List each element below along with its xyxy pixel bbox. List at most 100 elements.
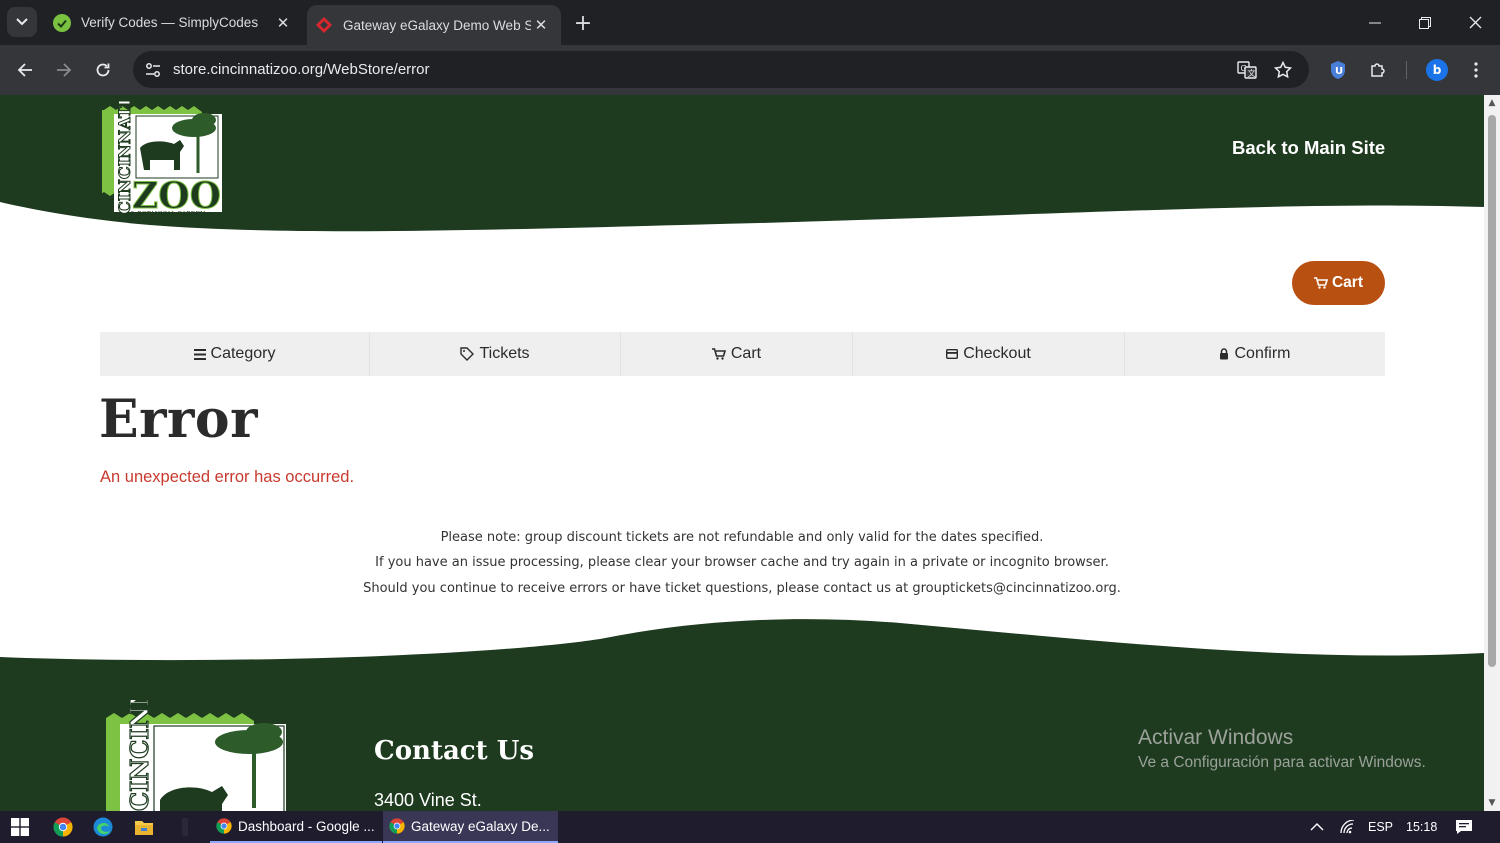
browser-menu-button[interactable] bbox=[1463, 57, 1489, 83]
scroll-down-arrow-icon[interactable]: ▼ bbox=[1487, 798, 1497, 808]
step-label: Confirm bbox=[1234, 345, 1291, 362]
taskbar-gateway-window[interactable]: Gateway eGalaxy De... bbox=[383, 811, 558, 843]
notifications-button[interactable] bbox=[1455, 811, 1473, 843]
taskbar-chrome-button[interactable] bbox=[43, 811, 83, 843]
svg-text:文: 文 bbox=[1248, 68, 1256, 78]
close-window-button[interactable] bbox=[1450, 0, 1500, 45]
simplycodes-favicon-icon bbox=[53, 13, 71, 32]
step-label: Cart bbox=[730, 345, 762, 362]
clock[interactable]: 15:18 bbox=[1406, 811, 1437, 843]
arrow-left-icon bbox=[17, 63, 32, 77]
page-viewport: ZOO & BOTANICAL GARDEN CINCINNATI Back t… bbox=[0, 95, 1484, 811]
taskbar-edge-button[interactable] bbox=[83, 811, 123, 843]
step-label: Category bbox=[210, 345, 276, 362]
profile-avatar[interactable]: b bbox=[1426, 59, 1448, 81]
minimize-icon bbox=[1369, 22, 1381, 23]
back-button[interactable] bbox=[10, 55, 40, 85]
reload-button[interactable] bbox=[88, 55, 118, 85]
svg-text:CINCINNATI: CINCINNATI bbox=[125, 700, 154, 811]
star-icon bbox=[1274, 61, 1292, 79]
error-message: An unexpected error has occurred. bbox=[100, 468, 355, 486]
start-button[interactable] bbox=[0, 811, 40, 843]
restore-button[interactable] bbox=[1400, 0, 1450, 45]
site-info-button[interactable] bbox=[141, 58, 165, 82]
taskbar-dashboard-window[interactable]: Dashboard - Google ... bbox=[210, 811, 382, 843]
taskbar-app-button[interactable] bbox=[165, 811, 205, 843]
chevron-up-icon bbox=[1310, 823, 1324, 831]
chrome-icon bbox=[216, 818, 232, 834]
scroll-up-arrow-icon[interactable]: ▲ bbox=[1487, 98, 1497, 108]
scroll-thumb[interactable] bbox=[1488, 115, 1496, 667]
footer-zoo-logo[interactable]: CINCINNATI bbox=[104, 700, 294, 811]
step-checkout[interactable]: Checkout bbox=[853, 332, 1125, 376]
language-indicator[interactable]: ESP bbox=[1368, 811, 1393, 843]
step-tickets[interactable]: Tickets bbox=[370, 332, 621, 376]
network-button[interactable] bbox=[1340, 811, 1356, 843]
zoo-logo[interactable]: ZOO & BOTANICAL GARDEN CINCINNATI bbox=[102, 98, 234, 228]
chevron-down-icon bbox=[16, 18, 28, 26]
chrome-icon bbox=[53, 817, 73, 837]
cart-button[interactable]: Cart bbox=[1292, 261, 1385, 305]
edge-icon bbox=[93, 817, 113, 837]
shield-extension-icon: U bbox=[1331, 61, 1345, 79]
help-notes: Please note: group discount tickets are … bbox=[0, 525, 1484, 601]
plus-icon: + bbox=[573, 10, 593, 36]
note-line: Please note: group discount tickets are … bbox=[440, 530, 1044, 545]
extensions-button[interactable] bbox=[1365, 57, 1391, 83]
url-text[interactable]: store.cincinnatizoo.org/WebStore/error bbox=[173, 51, 430, 88]
note-line: Should you continue to receive errors or… bbox=[363, 580, 1121, 596]
windows-taskbar: Dashboard - Google ... Gateway eGalaxy D… bbox=[0, 811, 1500, 843]
puzzle-icon bbox=[1371, 63, 1385, 77]
restore-icon bbox=[1419, 16, 1431, 29]
step-confirm[interactable]: Confirm bbox=[1125, 332, 1385, 376]
gateway-favicon-icon bbox=[316, 17, 332, 33]
taskbar-window-label: Gateway eGalaxy De... bbox=[411, 818, 550, 834]
credit-card-icon bbox=[946, 349, 959, 359]
show-hidden-icons-button[interactable] bbox=[1310, 811, 1324, 843]
new-tab-button[interactable]: + bbox=[570, 10, 596, 36]
tab-strip: Verify Codes — SimplyCodes ✕ Gateway eGa… bbox=[0, 0, 1500, 45]
taskbar-file-explorer-button[interactable] bbox=[124, 811, 164, 843]
address-bar[interactable]: store.cincinnatizoo.org/WebStore/error G… bbox=[133, 51, 1309, 88]
step-category[interactable]: Category bbox=[100, 332, 370, 376]
minimize-button[interactable] bbox=[1350, 0, 1400, 45]
bookmark-star-button[interactable] bbox=[1272, 59, 1294, 81]
notification-icon bbox=[1456, 820, 1472, 834]
lock-icon bbox=[1220, 348, 1229, 360]
close-tab-icon[interactable]: ✕ bbox=[531, 15, 551, 35]
more-vertical-icon bbox=[1474, 62, 1478, 78]
translate-button[interactable]: G文 bbox=[1236, 59, 1258, 81]
toolbar-divider bbox=[1406, 61, 1407, 79]
cart-icon bbox=[1313, 277, 1328, 289]
back-to-main-site-link[interactable]: Back to Main Site bbox=[1232, 137, 1385, 159]
tab-title: Verify Codes — SimplyCodes bbox=[81, 15, 259, 30]
step-cart[interactable]: Cart bbox=[621, 332, 853, 376]
cart-icon bbox=[711, 348, 726, 360]
page-scrollbar[interactable]: ▲ ▼ bbox=[1484, 95, 1500, 811]
tag-icon bbox=[460, 347, 475, 361]
svg-text:& BOTANICAL GARDEN: & BOTANICAL GARDEN bbox=[130, 211, 205, 218]
close-icon bbox=[1469, 16, 1481, 29]
chrome-icon bbox=[389, 818, 405, 834]
checkout-steps-nav: Category Tickets Cart Checkout Confirm bbox=[100, 332, 1385, 376]
tab-verify-codes[interactable]: Verify Codes — SimplyCodes ✕ bbox=[45, 0, 303, 45]
profile-initial: b bbox=[1432, 63, 1442, 77]
browser-toolbar: store.cincinnatizoo.org/WebStore/error G… bbox=[0, 45, 1500, 95]
extension-shield-button[interactable]: U bbox=[1325, 57, 1351, 83]
reload-icon bbox=[96, 63, 110, 77]
tune-icon bbox=[146, 63, 160, 77]
wifi-icon bbox=[1340, 820, 1355, 834]
translate-icon: G文 bbox=[1237, 61, 1257, 79]
forward-button[interactable] bbox=[49, 55, 79, 85]
tab-search-button[interactable] bbox=[7, 7, 37, 37]
arrow-right-icon bbox=[57, 63, 72, 77]
app-icon bbox=[182, 818, 188, 836]
contact-us-heading: Contact Us bbox=[374, 736, 534, 766]
svg-text:U: U bbox=[1335, 66, 1343, 77]
taskbar-window-label: Dashboard - Google ... bbox=[238, 818, 375, 834]
step-label: Tickets bbox=[479, 345, 530, 362]
windows-logo-icon bbox=[11, 818, 29, 836]
close-tab-icon[interactable]: ✕ bbox=[273, 13, 293, 33]
note-line: If you have an issue processing, please … bbox=[375, 555, 1109, 571]
tab-gateway-egalaxy[interactable]: Gateway eGalaxy Demo Web St ✕ bbox=[307, 5, 561, 45]
